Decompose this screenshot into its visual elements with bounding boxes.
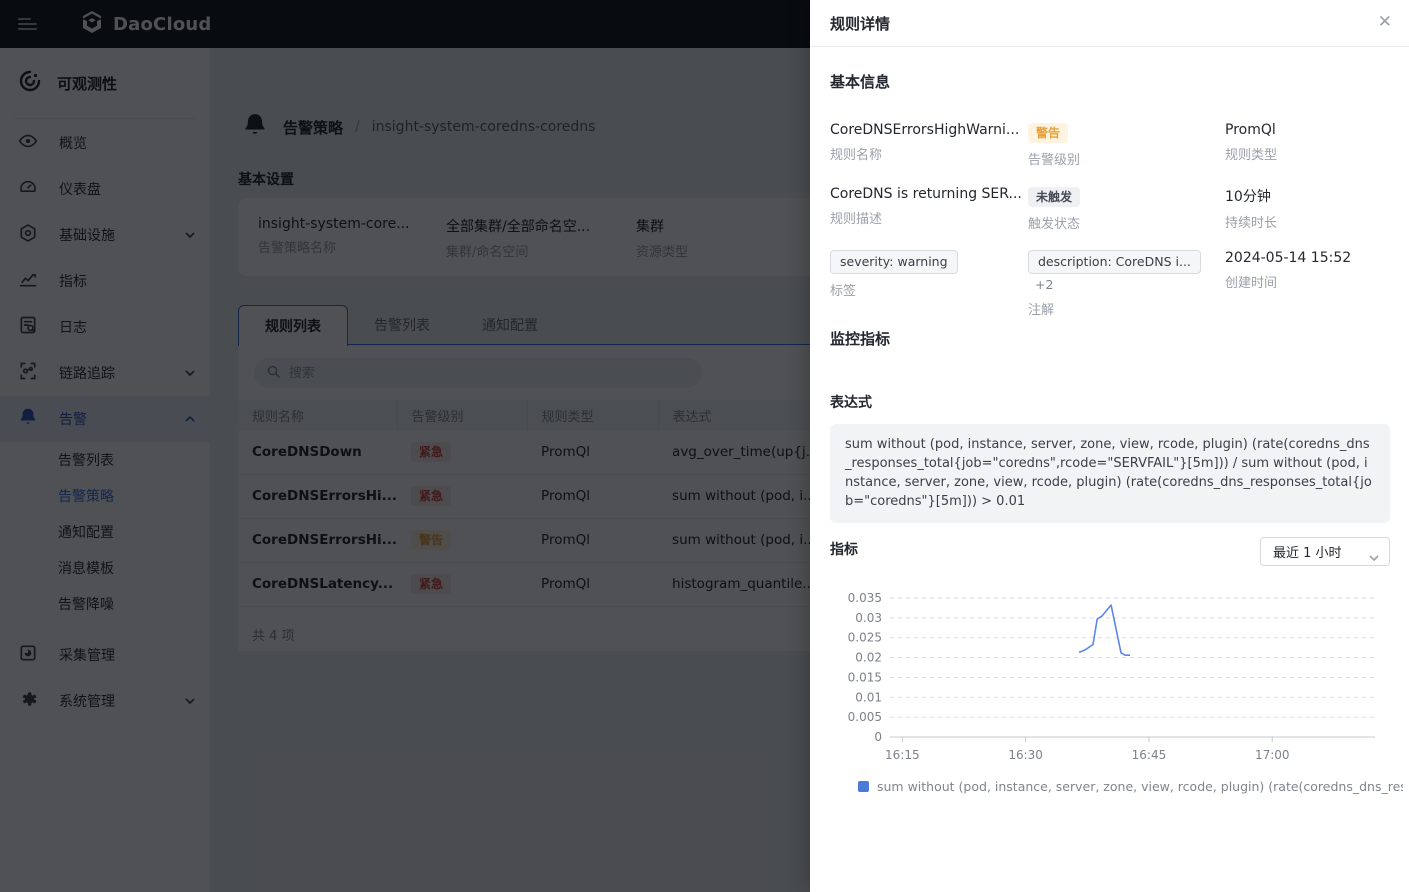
field-value: 2024-05-14 15:52 [1225, 250, 1352, 266]
field-label: 规则类型 [1225, 148, 1278, 163]
svg-text:0: 0 [874, 730, 882, 744]
severity-field: 警告 告警级别 [1028, 122, 1218, 168]
annotation-chip: description: CoreDNS i... [1028, 250, 1201, 275]
created-time-field: 2024-05-14 15:52 创建时间 [1225, 250, 1409, 291]
svg-text:16:45: 16:45 [1132, 748, 1167, 762]
svg-text:0.01: 0.01 [855, 690, 882, 704]
field-label: 创建时间 [1225, 276, 1278, 291]
field-value: CoreDNSErrorsHighWarni... [830, 122, 1020, 138]
field-label: 规则名称 [830, 148, 883, 163]
field-value: PromQl [1225, 122, 1276, 138]
labels-field: severity: warning 标签 [830, 250, 1020, 299]
rule-type-field: PromQl 规则类型 [1225, 122, 1409, 163]
svg-text:0.015: 0.015 [848, 670, 882, 684]
svg-text:0.02: 0.02 [855, 651, 882, 665]
basic-info-section-title: 基本信息 [830, 73, 891, 91]
rule-detail-drawer: 规则详情 ✕ 基本信息 CoreDNSErrorsHighWarni... 规则… [810, 0, 1409, 892]
svg-text:16:15: 16:15 [885, 748, 920, 762]
svg-text:0.035: 0.035 [848, 591, 882, 605]
field-label: 触发状态 [1028, 217, 1081, 233]
time-range-value: 最近 1 小时 [1273, 546, 1342, 561]
field-label: 告警级别 [1028, 153, 1081, 169]
annotations-field: description: CoreDNS i... +2 注解 [1028, 250, 1218, 318]
expression-title: 表达式 [830, 395, 872, 411]
svg-text:0.005: 0.005 [848, 710, 882, 724]
legend-label: sum without (pod, instance, server, zone… [877, 779, 1403, 794]
field-label: 标签 [830, 284, 857, 300]
annotation-more-count: +2 [1035, 277, 1054, 293]
svg-text:17:00: 17:00 [1255, 748, 1290, 762]
line-chart-svg: 0 0.005 0.01 0.015 0.02 0.025 0.03 0.035 16:15 16… [848, 591, 1375, 762]
duration-field: 10分钟 持续时长 [1225, 186, 1409, 231]
svg-text:0.025: 0.025 [848, 631, 882, 645]
promql-expression-code: sum without (pod, instance, server, zone… [830, 424, 1390, 524]
trigger-state-badge: 未触发 [1028, 187, 1081, 208]
label-chip: severity: warning [830, 250, 958, 275]
field-label: 规则描述 [830, 212, 883, 227]
close-icon[interactable]: ✕ [1378, 11, 1392, 35]
field-label: 注解 [1028, 303, 1055, 319]
legend-swatch [858, 781, 869, 792]
field-value: 10分钟 [1225, 189, 1271, 205]
metric-chart: 0 0.005 0.01 0.015 0.02 0.025 0.03 0.035 16:15 16… [810, 583, 1409, 783]
monitor-metric-section-title: 监控指标 [830, 330, 891, 348]
metric-title: 指标 [830, 542, 858, 558]
trigger-state-field: 未触发 触发状态 [1028, 186, 1218, 232]
chart-legend: sum without (pod, instance, server, zone… [858, 779, 1403, 794]
time-range-select[interactable]: 最近 1 小时 [1260, 537, 1390, 566]
rule-description-field: CoreDNS is returning SER... 规则描述 [830, 186, 1022, 227]
severity-badge: 警告 [1028, 123, 1069, 144]
drawer-header: 规则详情 ✕ [810, 0, 1409, 47]
drawer-title: 规则详情 [830, 15, 891, 33]
svg-text:16:30: 16:30 [1008, 748, 1043, 762]
field-value: CoreDNS is returning SER... [830, 186, 1022, 202]
svg-text:0.03: 0.03 [855, 611, 882, 625]
field-label: 持续时长 [1225, 216, 1278, 231]
rule-name-field: CoreDNSErrorsHighWarni... 规则名称 [830, 122, 1020, 163]
